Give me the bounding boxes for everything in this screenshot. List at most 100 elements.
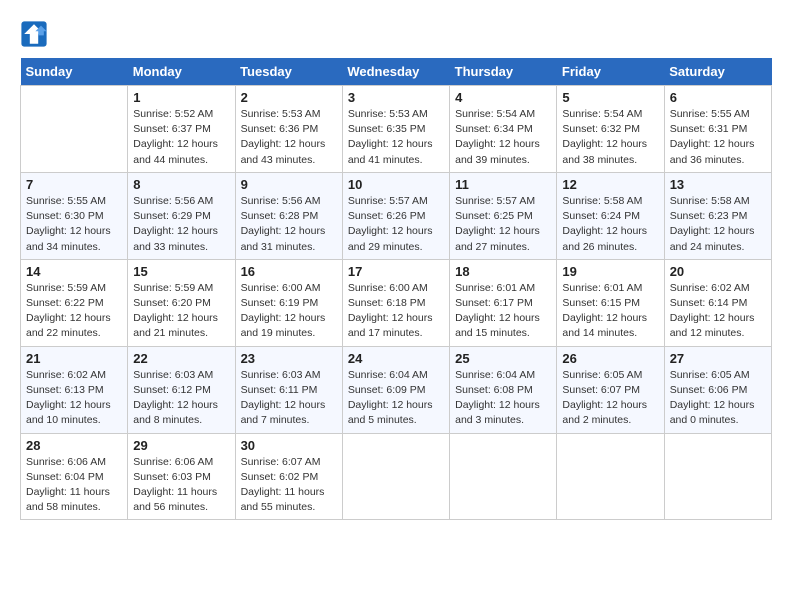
day-number: 25 xyxy=(455,351,551,366)
day-cell: 14 Sunrise: 5:59 AMSunset: 6:22 PMDayligh… xyxy=(21,259,128,346)
day-number: 26 xyxy=(562,351,658,366)
day-info: Sunrise: 5:55 AMSunset: 6:30 PMDaylight:… xyxy=(26,194,122,255)
day-info: Sunrise: 6:00 AMSunset: 6:18 PMDaylight:… xyxy=(348,281,444,342)
day-info: Sunrise: 5:56 AMSunset: 6:29 PMDaylight:… xyxy=(133,194,229,255)
day-info: Sunrise: 6:02 AMSunset: 6:13 PMDaylight:… xyxy=(26,368,122,429)
day-number: 2 xyxy=(241,90,337,105)
page-header xyxy=(20,20,772,48)
day-cell: 3Sunrise: 5:53 AMSunset: 6:35 PMDaylight… xyxy=(342,86,449,173)
day-cell: 21 Sunrise: 6:02 AMSunset: 6:13 PMDayligh… xyxy=(21,346,128,433)
day-info: Sunrise: 5:54 AMSunset: 6:32 PMDaylight:… xyxy=(562,107,658,168)
day-info: Sunrise: 5:57 AMSunset: 6:26 PMDaylight:… xyxy=(348,194,444,255)
day-info: Sunrise: 6:01 AMSunset: 6:17 PMDaylight:… xyxy=(455,281,551,342)
day-info: Sunrise: 6:06 AMSunset: 6:03 PMDaylight:… xyxy=(133,455,229,516)
day-cell: 8 Sunrise: 5:56 AMSunset: 6:29 PMDaylight… xyxy=(128,172,235,259)
day-number: 28 xyxy=(26,438,122,453)
day-cell xyxy=(21,86,128,173)
day-number: 13 xyxy=(670,177,766,192)
day-number: 15 xyxy=(133,264,229,279)
day-number: 23 xyxy=(241,351,337,366)
day-info: Sunrise: 5:56 AMSunset: 6:28 PMDaylight:… xyxy=(241,194,337,255)
day-cell: 1 Sunrise: 5:52 AMSunset: 6:37 PMDaylight… xyxy=(128,86,235,173)
day-number: 1 xyxy=(133,90,229,105)
day-cell xyxy=(664,433,771,520)
day-number: 21 xyxy=(26,351,122,366)
day-info: Sunrise: 5:59 AMSunset: 6:22 PMDaylight:… xyxy=(26,281,122,342)
week-row-4: 21 Sunrise: 6:02 AMSunset: 6:13 PMDayligh… xyxy=(21,346,772,433)
header-cell-friday: Friday xyxy=(557,58,664,86)
day-number: 10 xyxy=(348,177,444,192)
day-cell: 7 Sunrise: 5:55 AMSunset: 6:30 PMDaylight… xyxy=(21,172,128,259)
day-number: 3 xyxy=(348,90,444,105)
day-info: Sunrise: 5:53 AMSunset: 6:36 PMDaylight:… xyxy=(241,107,337,168)
header-cell-sunday: Sunday xyxy=(21,58,128,86)
day-cell: 9 Sunrise: 5:56 AMSunset: 6:28 PMDaylight… xyxy=(235,172,342,259)
day-info: Sunrise: 6:03 AMSunset: 6:12 PMDaylight:… xyxy=(133,368,229,429)
day-info: Sunrise: 6:05 AMSunset: 6:06 PMDaylight:… xyxy=(670,368,766,429)
day-cell: 11 Sunrise: 5:57 AMSunset: 6:25 PMDayligh… xyxy=(450,172,557,259)
day-cell: 20 Sunrise: 6:02 AMSunset: 6:14 PMDayligh… xyxy=(664,259,771,346)
day-info: Sunrise: 5:52 AMSunset: 6:37 PMDaylight:… xyxy=(133,107,229,168)
day-number: 4 xyxy=(455,90,551,105)
day-cell: 27 Sunrise: 6:05 AMSunset: 6:06 PMDayligh… xyxy=(664,346,771,433)
day-number: 19 xyxy=(562,264,658,279)
header-cell-saturday: Saturday xyxy=(664,58,771,86)
day-number: 11 xyxy=(455,177,551,192)
day-cell: 13 Sunrise: 5:58 AMSunset: 6:23 PMDayligh… xyxy=(664,172,771,259)
day-info: Sunrise: 5:57 AMSunset: 6:25 PMDaylight:… xyxy=(455,194,551,255)
day-cell: 30Sunrise: 6:07 AMSunset: 6:02 PMDayligh… xyxy=(235,433,342,520)
day-cell xyxy=(557,433,664,520)
day-number: 12 xyxy=(562,177,658,192)
day-number: 5 xyxy=(562,90,658,105)
day-cell: 10 Sunrise: 5:57 AMSunset: 6:26 PMDayligh… xyxy=(342,172,449,259)
day-info: Sunrise: 6:04 AMSunset: 6:09 PMDaylight:… xyxy=(348,368,444,429)
day-info: Sunrise: 6:00 AMSunset: 6:19 PMDaylight:… xyxy=(241,281,337,342)
day-cell: 28 Sunrise: 6:06 AMSunset: 6:04 PMDayligh… xyxy=(21,433,128,520)
day-info: Sunrise: 5:54 AMSunset: 6:34 PMDaylight:… xyxy=(455,107,551,168)
day-info: Sunrise: 5:58 AMSunset: 6:24 PMDaylight:… xyxy=(562,194,658,255)
header-cell-tuesday: Tuesday xyxy=(235,58,342,86)
day-number: 30 xyxy=(241,438,337,453)
day-cell: 16Sunrise: 6:00 AMSunset: 6:19 PMDayligh… xyxy=(235,259,342,346)
day-number: 7 xyxy=(26,177,122,192)
day-info: Sunrise: 5:59 AMSunset: 6:20 PMDaylight:… xyxy=(133,281,229,342)
day-cell: 15 Sunrise: 5:59 AMSunset: 6:20 PMDayligh… xyxy=(128,259,235,346)
day-number: 8 xyxy=(133,177,229,192)
header-cell-wednesday: Wednesday xyxy=(342,58,449,86)
day-number: 29 xyxy=(133,438,229,453)
day-info: Sunrise: 6:06 AMSunset: 6:04 PMDaylight:… xyxy=(26,455,122,516)
day-cell xyxy=(342,433,449,520)
day-info: Sunrise: 6:04 AMSunset: 6:08 PMDaylight:… xyxy=(455,368,551,429)
week-row-3: 14 Sunrise: 5:59 AMSunset: 6:22 PMDayligh… xyxy=(21,259,772,346)
day-number: 9 xyxy=(241,177,337,192)
day-cell: 22 Sunrise: 6:03 AMSunset: 6:12 PMDayligh… xyxy=(128,346,235,433)
day-cell: 17Sunrise: 6:00 AMSunset: 6:18 PMDayligh… xyxy=(342,259,449,346)
day-number: 27 xyxy=(670,351,766,366)
day-number: 6 xyxy=(670,90,766,105)
day-cell: 23Sunrise: 6:03 AMSunset: 6:11 PMDayligh… xyxy=(235,346,342,433)
day-number: 20 xyxy=(670,264,766,279)
week-row-1: 1 Sunrise: 5:52 AMSunset: 6:37 PMDaylight… xyxy=(21,86,772,173)
day-cell: 25 Sunrise: 6:04 AMSunset: 6:08 PMDayligh… xyxy=(450,346,557,433)
day-cell: 18 Sunrise: 6:01 AMSunset: 6:17 PMDayligh… xyxy=(450,259,557,346)
day-cell: 2 Sunrise: 5:53 AMSunset: 6:36 PMDaylight… xyxy=(235,86,342,173)
calendar-table: SundayMondayTuesdayWednesdayThursdayFrid… xyxy=(20,58,772,520)
header-cell-thursday: Thursday xyxy=(450,58,557,86)
logo-icon xyxy=(20,20,48,48)
header-row: SundayMondayTuesdayWednesdayThursdayFrid… xyxy=(21,58,772,86)
day-cell: 26 Sunrise: 6:05 AMSunset: 6:07 PMDayligh… xyxy=(557,346,664,433)
day-number: 22 xyxy=(133,351,229,366)
day-info: Sunrise: 6:01 AMSunset: 6:15 PMDaylight:… xyxy=(562,281,658,342)
day-number: 14 xyxy=(26,264,122,279)
day-info: Sunrise: 5:55 AMSunset: 6:31 PMDaylight:… xyxy=(670,107,766,168)
day-cell: 4 Sunrise: 5:54 AMSunset: 6:34 PMDaylight… xyxy=(450,86,557,173)
day-cell: 19 Sunrise: 6:01 AMSunset: 6:15 PMDayligh… xyxy=(557,259,664,346)
week-row-5: 28 Sunrise: 6:06 AMSunset: 6:04 PMDayligh… xyxy=(21,433,772,520)
day-number: 18 xyxy=(455,264,551,279)
day-number: 24 xyxy=(348,351,444,366)
week-row-2: 7 Sunrise: 5:55 AMSunset: 6:30 PMDaylight… xyxy=(21,172,772,259)
day-info: Sunrise: 6:05 AMSunset: 6:07 PMDaylight:… xyxy=(562,368,658,429)
day-info: Sunrise: 5:58 AMSunset: 6:23 PMDaylight:… xyxy=(670,194,766,255)
day-cell: 5 Sunrise: 5:54 AMSunset: 6:32 PMDaylight… xyxy=(557,86,664,173)
day-info: Sunrise: 6:02 AMSunset: 6:14 PMDaylight:… xyxy=(670,281,766,342)
